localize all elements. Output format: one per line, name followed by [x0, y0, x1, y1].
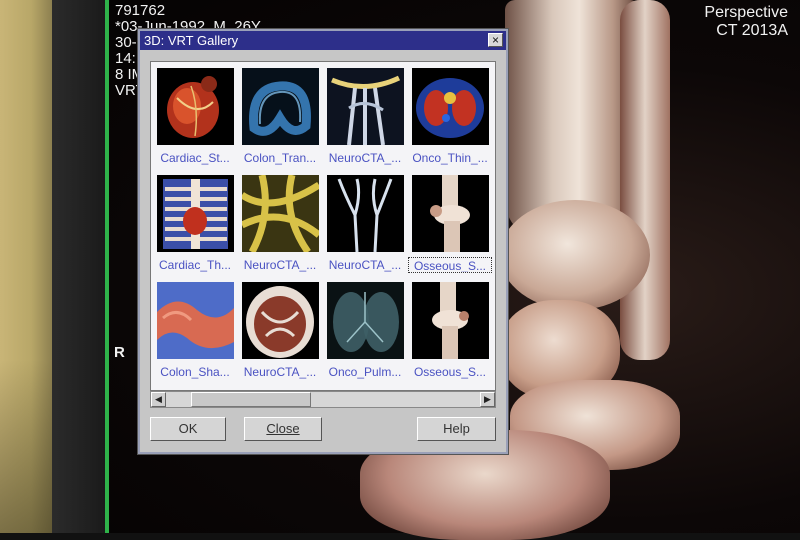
dialog-title: 3D: VRT Gallery: [144, 33, 239, 48]
patient-id: 791762: [115, 2, 166, 19]
close-button[interactable]: Close: [244, 417, 322, 441]
lungs-thumbnail: [327, 282, 404, 359]
skull-base-thumbnail: [242, 282, 319, 359]
gallery-item-label: Onco_Pulm...: [328, 365, 402, 379]
help-button[interactable]: Help: [417, 417, 496, 441]
gallery-horizontal-scrollbar[interactable]: ◀ ▶: [150, 391, 496, 408]
gallery-item-label: Osseous_S...: [413, 365, 487, 379]
gallery-item-neurocta-4[interactable]: NeuroCTA_...: [237, 276, 322, 383]
gallery-item-label: Colon_Tran...: [243, 151, 317, 165]
gallery-item-label: Colon_Sha...: [160, 365, 230, 379]
gallery-item-label: Onco_Thin_...: [412, 151, 488, 165]
orientation-marker: R: [114, 344, 125, 361]
gallery-item-cardiac[interactable]: Cardiac_St...: [152, 62, 237, 169]
knee-bone-thumbnail: [412, 175, 489, 252]
monitor-bezel: [52, 0, 107, 533]
bone-ankle-render: [500, 200, 650, 310]
gallery-item-label: Cardiac_Th...: [158, 258, 232, 272]
colon-shaded-thumbnail: [157, 282, 234, 359]
close-button-label: Close: [266, 421, 300, 436]
gallery-item-neurocta[interactable]: NeuroCTA_...: [322, 62, 407, 169]
gallery-item-cardiac-thorax[interactable]: Cardiac_Th...: [152, 169, 237, 276]
gallery-item-osseous[interactable]: Osseous_S...: [407, 169, 492, 276]
vessels-thumbnail: [327, 68, 404, 145]
scroll-left-arrow-icon[interactable]: ◀: [151, 392, 166, 407]
thorax-thumbnail: [157, 175, 234, 252]
gallery-item-label: Cardiac_St...: [160, 151, 230, 165]
knee-bone-thumbnail: [412, 282, 489, 359]
lung-slice-thumbnail: [412, 68, 489, 145]
vessels-gold-thumbnail: [242, 175, 319, 252]
gallery-grid: Cardiac_St... Colon_Tran... NeuroCTA_...: [150, 61, 496, 391]
wall-shadow: [0, 360, 52, 533]
carotid-thumbnail: [327, 175, 404, 252]
modality-label: CT 2013A: [716, 22, 788, 39]
gallery-item-label-selected: Osseous_S...: [408, 257, 492, 273]
scrollbar-thumb[interactable]: [191, 392, 311, 407]
gallery-item-neurocta-2[interactable]: NeuroCTA_...: [237, 169, 322, 276]
gallery-item-onco-pulm[interactable]: Onco_Pulm...: [322, 276, 407, 383]
view-type: Perspective: [704, 4, 788, 21]
gallery-item-label: NeuroCTA_...: [243, 258, 317, 272]
vrt-gallery-dialog: 3D: VRT Gallery × Cardiac_St... Colon_Tr…: [138, 29, 508, 454]
gallery-item-neurocta-3[interactable]: NeuroCTA_...: [322, 169, 407, 276]
close-icon[interactable]: ×: [488, 33, 503, 47]
gallery-item-onco[interactable]: Onco_Thin_...: [407, 62, 492, 169]
gallery-item-osseous-2[interactable]: Osseous_S...: [407, 276, 492, 383]
colon-thumbnail: [242, 68, 319, 145]
gallery-item-colon[interactable]: Colon_Tran...: [237, 62, 322, 169]
dialog-titlebar[interactable]: 3D: VRT Gallery ×: [140, 31, 506, 50]
view-info-overlay: Perspective CT 2013A: [704, 4, 788, 40]
bone-fibula-render: [620, 0, 670, 360]
heart-thumbnail: [157, 68, 234, 145]
gallery-item-label: NeuroCTA_...: [243, 365, 317, 379]
gallery-item-label: NeuroCTA_...: [328, 258, 402, 272]
gallery-item-colon-shaded[interactable]: Colon_Sha...: [152, 276, 237, 383]
ok-button[interactable]: OK: [150, 417, 226, 441]
scroll-right-arrow-icon[interactable]: ▶: [480, 392, 495, 407]
gallery-item-label: NeuroCTA_...: [328, 151, 402, 165]
